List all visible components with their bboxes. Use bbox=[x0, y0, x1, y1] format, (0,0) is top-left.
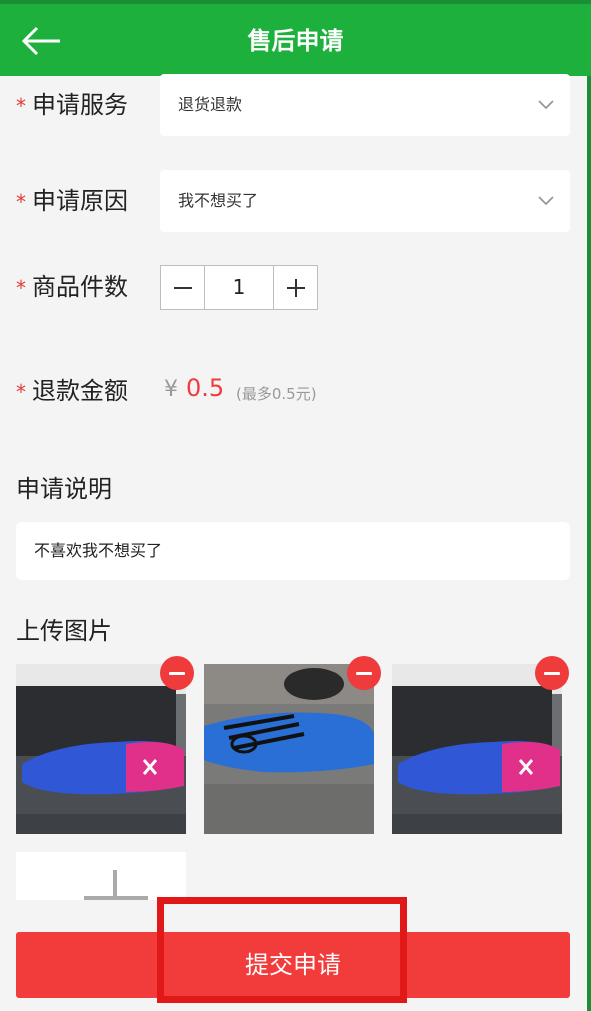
remove-image-1-button[interactable] bbox=[160, 656, 194, 690]
chevron-down-icon bbox=[538, 196, 554, 206]
service-select[interactable]: 退货退款 bbox=[160, 74, 570, 136]
reason-label: * 申请原因 bbox=[16, 187, 128, 215]
service-value: 退货退款 bbox=[178, 95, 243, 114]
add-image-button[interactable] bbox=[16, 852, 186, 900]
required-mark: * bbox=[16, 190, 26, 214]
shoe-photo-icon bbox=[16, 664, 186, 834]
increase-button[interactable] bbox=[273, 266, 317, 309]
quantity-label: * 商品件数 bbox=[16, 273, 128, 301]
page-title: 售后申请 bbox=[247, 27, 344, 55]
remove-image-3-button[interactable] bbox=[535, 656, 569, 690]
description-value: 不喜欢我不想买了 bbox=[34, 541, 163, 560]
shoe-photo-icon bbox=[204, 664, 374, 834]
uploaded-image-1[interactable] bbox=[16, 664, 186, 834]
description-input[interactable]: 不喜欢我不想买了 bbox=[16, 522, 570, 580]
currency-symbol: ¥ bbox=[164, 377, 178, 402]
service-label: * 申请服务 bbox=[16, 91, 128, 119]
app-header: 售后申请 bbox=[0, 4, 591, 76]
reason-select[interactable]: 我不想买了 bbox=[160, 170, 570, 232]
remove-image-2-button[interactable] bbox=[347, 656, 381, 690]
uploaded-image-3[interactable] bbox=[392, 664, 562, 834]
refund-label: * 退款金额 bbox=[16, 377, 128, 405]
refund-amount: 0.5 bbox=[186, 374, 225, 402]
chevron-down-icon bbox=[538, 100, 554, 110]
reason-value: 我不想买了 bbox=[178, 191, 259, 210]
shoe-photo-icon bbox=[392, 664, 562, 834]
right-edge-strip bbox=[587, 76, 591, 1011]
annotation-highlight-box bbox=[157, 897, 407, 1003]
quantity-stepper: 1 bbox=[160, 265, 318, 310]
required-mark: * bbox=[16, 276, 26, 300]
description-label: 申请说明 bbox=[16, 475, 112, 503]
uploaded-image-2[interactable] bbox=[204, 664, 374, 834]
decrease-button[interactable] bbox=[161, 266, 205, 309]
refund-max-note: (最多0.5元) bbox=[236, 385, 317, 403]
required-mark: * bbox=[16, 94, 26, 118]
required-mark: * bbox=[16, 380, 26, 404]
quantity-value[interactable]: 1 bbox=[205, 266, 273, 309]
upload-label: 上传图片 bbox=[16, 617, 112, 645]
